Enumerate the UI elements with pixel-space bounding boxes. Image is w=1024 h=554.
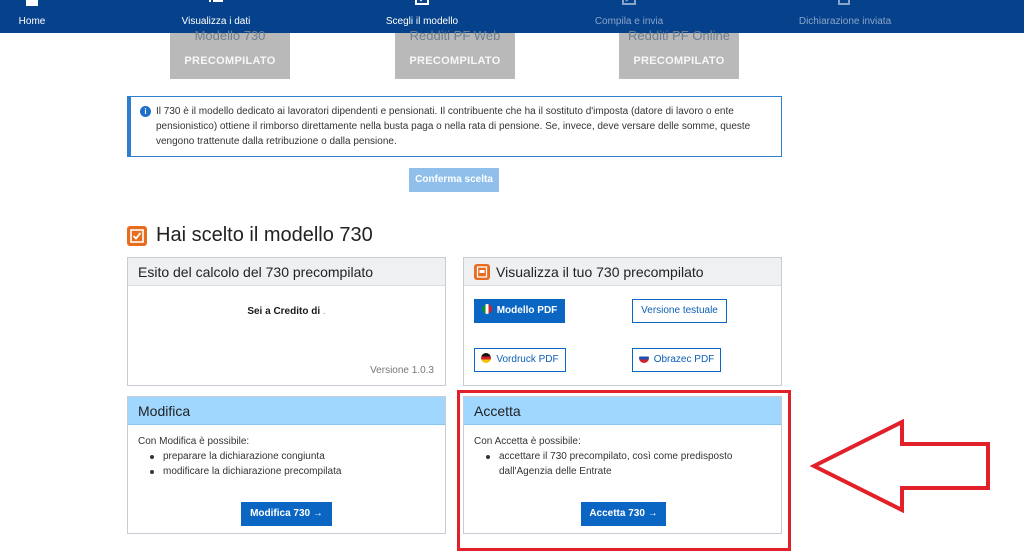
italy-flag-icon [481, 304, 492, 314]
checked-box-icon [127, 226, 147, 246]
model-card-redditi-pf-web[interactable]: Redditi PF Web PRECOMPILATO [395, 28, 515, 79]
model-card-title: Redditi PF Online [628, 28, 730, 43]
nav-label-home: Home [18, 16, 46, 27]
modifica-intro: Con Modifica è possibile: [138, 436, 250, 447]
model-card-subtitle: PRECOMPILATO [409, 55, 501, 67]
modifica-panel-title: Modifica [128, 397, 445, 425]
model-card-title: Modello 730 [194, 28, 266, 43]
home-icon [26, 0, 38, 6]
version-label: Versione 1.0.3 [370, 365, 434, 376]
esito-panel: Esito del calcolo del 730 precompilato S… [127, 257, 446, 386]
credit-result: Sei a Credito di . [128, 306, 445, 317]
vordruck-pdf-label: Vordruck PDF [496, 354, 559, 365]
list-icon [209, 0, 223, 2]
visualizza-panel-title: Visualizza il tuo 730 precompilato [464, 258, 781, 286]
info-box: i Il 730 è il modello dedicato ai lavora… [127, 96, 782, 157]
model-card-title: Redditi PF Web [409, 28, 501, 43]
edit-icon [622, 0, 636, 5]
nav-label-visualizza-dati: Visualizza i dati [181, 16, 251, 27]
nav-item-dichiarazione-inviata[interactable]: Dichiarazione inviata [790, 0, 900, 33]
modifica-panel: Modifica Con Modifica è possibile: prepa… [127, 396, 446, 534]
nav-item-home[interactable]: Home [12, 0, 52, 33]
visualizza-panel: Visualizza il tuo 730 precompilato Model… [463, 257, 782, 386]
info-icon: i [140, 106, 151, 117]
model-card-730[interactable]: Modello 730 PRECOMPILATO [170, 28, 290, 79]
checkbox-icon [415, 0, 429, 5]
credit-text: Sei a Credito di [247, 306, 321, 317]
highlight-frame [457, 390, 791, 551]
modello-pdf-label: Modello PDF [496, 305, 558, 316]
versione-testuale-button[interactable]: Versione testuale [632, 299, 727, 323]
obrazec-pdf-label: Obrazec PDF [653, 354, 715, 365]
info-text: Il 730 è il modello dedicato ai lavorato… [156, 106, 751, 147]
confirm-choice-button[interactable]: Conferma scelta [409, 168, 499, 192]
modifica-730-button[interactable]: Modifica 730 → [241, 502, 332, 526]
model-card-subtitle: PRECOMPILATO [633, 55, 725, 67]
esito-panel-title: Esito del calcolo del 730 precompilato [128, 258, 445, 286]
vordruck-pdf-button[interactable]: Vordruck PDF [474, 348, 566, 372]
nav-label-dichiarazione-inviata: Dichiarazione inviata [798, 16, 892, 27]
modello-pdf-button[interactable]: Modello PDF [474, 299, 565, 323]
credit-amount: . [322, 306, 326, 317]
germany-flag-icon [481, 353, 492, 363]
modifica-list: preparare la dichiarazione congiunta mod… [150, 449, 435, 479]
export-icon [838, 0, 850, 5]
modifica-panel-body: Con Modifica è possibile: preparare la d… [138, 434, 435, 479]
arrow-left-icon [810, 418, 990, 514]
nav-label-scegli-modello: Scegli il modello [385, 16, 459, 27]
list-item: preparare la dichiarazione congiunta [150, 449, 435, 464]
document-icon [474, 264, 490, 280]
nav-label-compila-invia: Compila e invia [594, 16, 664, 27]
obrazec-pdf-button[interactable]: Obrazec PDF [632, 348, 721, 372]
section-title: Hai scelto il modello 730 [156, 224, 373, 246]
model-card-redditi-pf-online[interactable]: Redditi PF Online PRECOMPILATO [619, 28, 739, 79]
model-card-subtitle: PRECOMPILATO [184, 55, 276, 67]
slovenia-flag-icon [638, 353, 649, 363]
list-item: modificare la dichiarazione precompilata [150, 464, 435, 479]
